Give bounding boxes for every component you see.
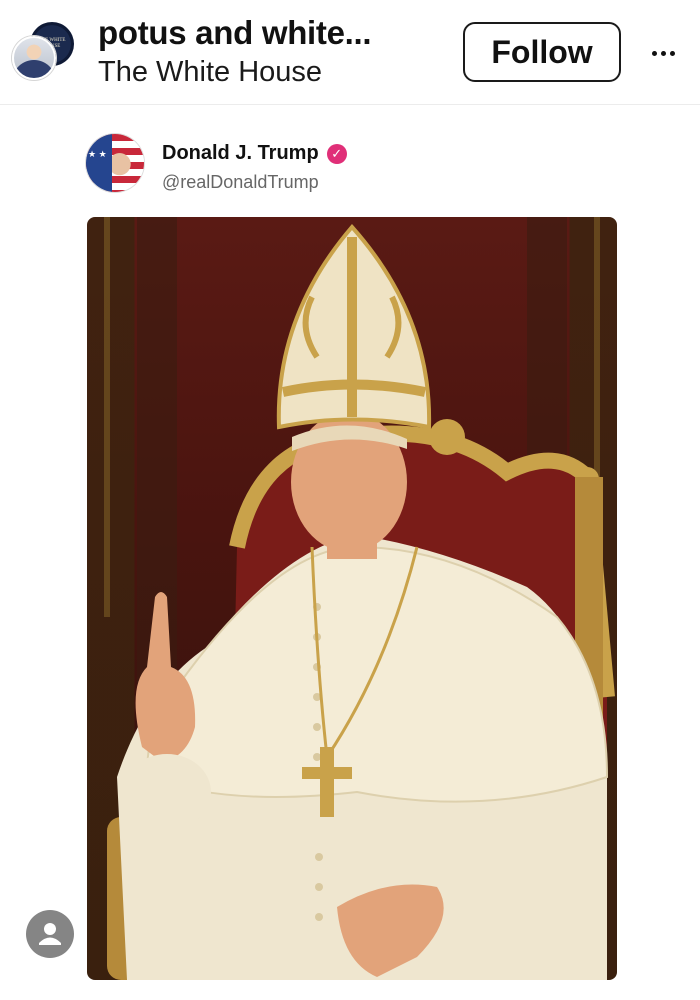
embedded-tweet-header: Donald J. Trump ✓ @realDonaldTrump <box>86 134 606 196</box>
dot <box>669 50 675 56</box>
profile-avatar <box>12 36 56 80</box>
follow-button[interactable]: Follow <box>463 22 621 82</box>
account-name[interactable]: potus and white... <box>98 12 372 54</box>
user-tags-icon[interactable] <box>26 910 74 958</box>
account-subtitle[interactable]: The White House <box>98 54 371 90</box>
tweet-handle[interactable]: @realDonaldTrump <box>162 172 319 193</box>
user-icon <box>39 923 61 945</box>
post-header: THE WHITE HOUSE potus and white... The W… <box>0 0 700 105</box>
tweet-name-row: Donald J. Trump ✓ <box>162 142 347 165</box>
tweet-display-name[interactable]: Donald J. Trump <box>162 142 319 165</box>
account-info: potus and white... The White House <box>98 12 372 90</box>
account-avatar-stack[interactable]: THE WHITE HOUSE <box>12 22 74 84</box>
verified-badge-icon: ✓ <box>326 143 347 164</box>
pope-portrait-illustration <box>104 217 615 980</box>
dot <box>660 50 666 56</box>
post-image[interactable] <box>87 217 617 980</box>
more-options-icon[interactable] <box>640 30 686 76</box>
dot <box>651 50 657 56</box>
tweet-author-avatar[interactable] <box>86 134 144 192</box>
